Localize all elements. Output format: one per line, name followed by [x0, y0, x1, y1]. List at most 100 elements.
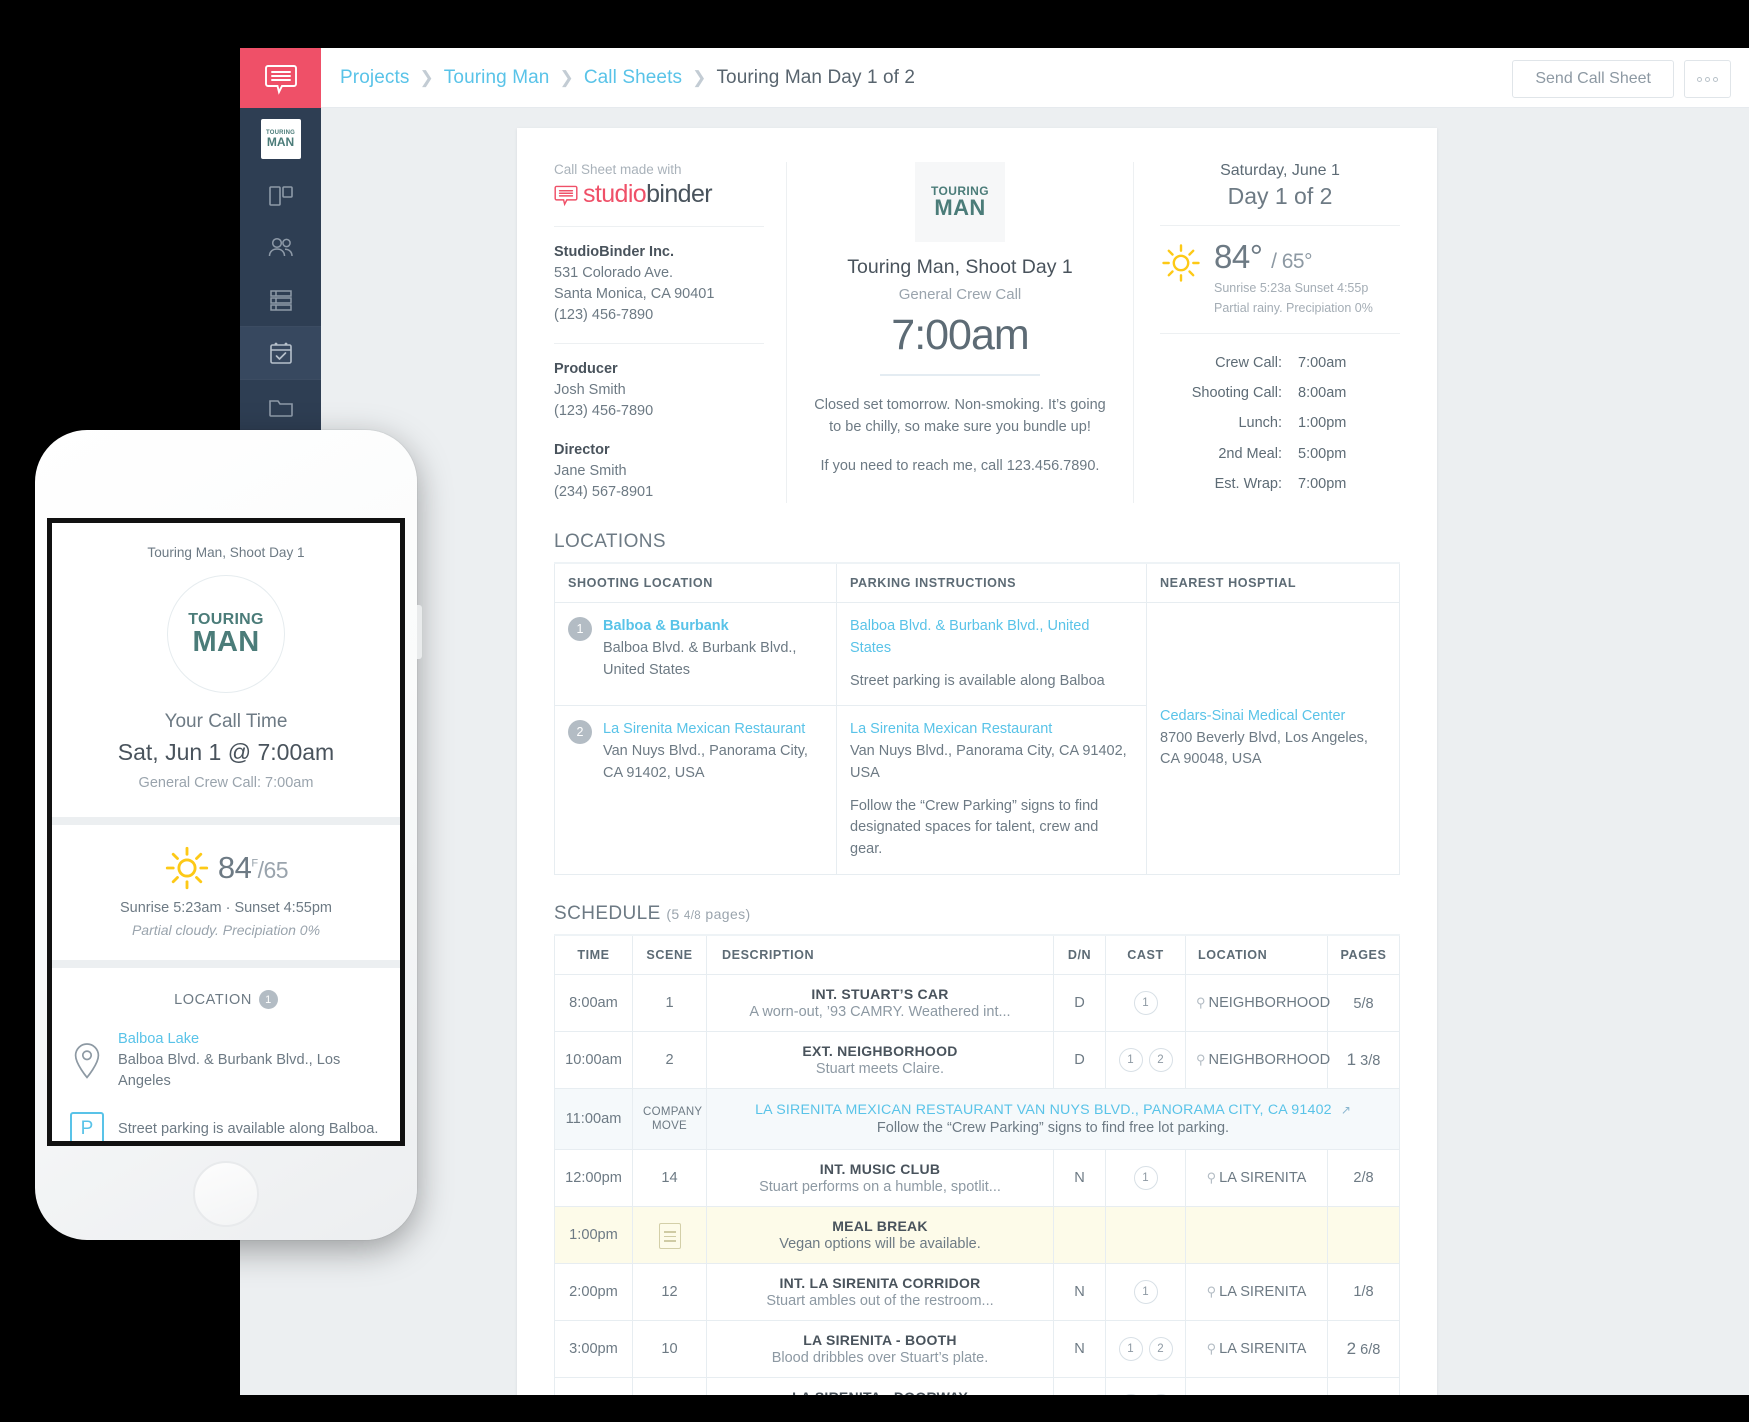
- producer-name: Josh Smith: [554, 382, 626, 399]
- row-day-night: D: [1053, 973, 1106, 1032]
- contact-producer: Producer Josh Smith (123) 456-7890: [554, 359, 764, 422]
- hospital-name-link[interactable]: Cedars-Sinai Medical Center: [1160, 708, 1345, 724]
- row-cast: 1 2: [1105, 1030, 1186, 1089]
- dot-icon: [1705, 76, 1710, 82]
- more-options-button[interactable]: [1684, 60, 1731, 98]
- scene-title: INT. MUSIC CLUB: [819, 1160, 941, 1177]
- shooting-call-label: Shooting Call:: [1191, 384, 1282, 401]
- temperature-low: / 65°: [1271, 250, 1313, 273]
- row-location: ⚲LA SIRENITA: [1185, 1319, 1328, 1378]
- project-logo-icon: TOURING MAN: [167, 575, 285, 693]
- divider: [1160, 332, 1400, 334]
- location-address: Balboa Blvd. & Burbank Blvd., United Sta…: [603, 639, 797, 678]
- dot-icon: [1713, 76, 1718, 82]
- table-row: 1 Balboa & Burbank Balboa Blvd. & Burban…: [554, 602, 1400, 875]
- row-pages: 5/8: [1327, 973, 1400, 1032]
- cast-chip: 2: [1148, 1336, 1173, 1361]
- call-sheet-header: Call Sheet made with studio binder Studi…: [554, 162, 1400, 504]
- parking-address-link[interactable]: Balboa Blvd. & Burbank Blvd., United Sta…: [850, 618, 1089, 656]
- row-pages: 2/8: [1327, 1148, 1400, 1207]
- sidebar-item-contacts[interactable]: [240, 222, 321, 274]
- line: [663, 1231, 676, 1233]
- schedule-pages-total: (5 4/8 pages): [666, 905, 751, 922]
- table-row[interactable]: 6:00pm 13 LA SIRENITA - DOORWAY Stuart s…: [554, 1376, 1400, 1395]
- col-cast: CAST: [1105, 933, 1186, 975]
- phone-parking-row: P Street parking is available along Balb…: [70, 1112, 382, 1141]
- breadcrumb-call-sheets[interactable]: Call Sheets: [584, 67, 682, 89]
- company-move-address-link[interactable]: LA SIRENITA MEXICAN RESTAURANT VAN NUYS …: [755, 1102, 1332, 1118]
- topbar-actions: Send Call Sheet: [1512, 60, 1731, 98]
- location-name-link[interactable]: Balboa & Burbank: [603, 618, 729, 634]
- map-pin-icon: ⚲: [1196, 1051, 1206, 1067]
- row-cast: 1 2: [1105, 1319, 1186, 1378]
- phone-location-link[interactable]: Balboa Lake: [118, 1031, 199, 1047]
- row-pages: 2 6/8: [1327, 1319, 1400, 1378]
- phone-location-row[interactable]: Balboa Lake Balboa Blvd. & Burbank Blvd.…: [70, 1029, 382, 1092]
- est-wrap-value: 7:00pm: [1298, 476, 1347, 493]
- row-day-night: N: [1053, 1319, 1106, 1378]
- parking-cell: La Sirenita Mexican Restaurant Van Nuys …: [836, 705, 1147, 875]
- director-phone: (234) 567-8901: [554, 484, 654, 501]
- row-location: ⚲ NEIGHBORHOOD: [1185, 973, 1330, 1032]
- sidebar-item-boards[interactable]: [240, 170, 321, 222]
- sidebar-item-calendar[interactable]: [240, 327, 321, 379]
- table-row[interactable]: 2:00pm 12 INT. LA SIRENITA CORRIDOR Stua…: [554, 1262, 1400, 1321]
- col-scene: SCENE: [632, 933, 707, 975]
- cast-chip: 1: [1118, 1047, 1143, 1072]
- row-pages: [1327, 1205, 1400, 1264]
- location-name-link[interactable]: La Sirenita Mexican Restaurant: [603, 721, 805, 737]
- breadcrumb: Projects ❯ Touring Man ❯ Call Sheets ❯ T…: [340, 48, 915, 108]
- row-description: LA SIRENITA - BOOTH Blood dribbles over …: [706, 1319, 1054, 1378]
- row-location: ⚲LA SIRENITA: [1185, 1262, 1328, 1321]
- project-logo-icon: TOURING MAN: [260, 119, 301, 159]
- studiobinder-speech-bubble-icon: [554, 185, 578, 206]
- send-call-sheet-button[interactable]: Send Call Sheet: [1512, 60, 1674, 98]
- company-move-note: Follow the “Crew Parking” signs to find …: [876, 1119, 1230, 1136]
- key-time-row: Est. Wrap: 7:00pm: [1160, 469, 1400, 499]
- parking-name-link[interactable]: La Sirenita Mexican Restaurant: [850, 721, 1052, 737]
- row-description: LA SIRENITA - DOORWAY Stuart slides next…: [706, 1376, 1054, 1395]
- shoot-date: Saturday, June 1: [1220, 162, 1340, 179]
- scene-summary: Stuart performs on a humble, spotlit...: [759, 1178, 1001, 1195]
- key-time-row: Shooting Call: 8:00am: [1160, 378, 1400, 408]
- general-crew-call-time: 7:00am: [891, 311, 1029, 359]
- sun-icon: [1162, 244, 1200, 282]
- row-pages: 1 3/8: [1327, 1030, 1400, 1089]
- location-cell: 2 La Sirenita Mexican Restaurant Van Nuy…: [554, 705, 837, 875]
- sidebar-item-lists[interactable]: [240, 274, 321, 326]
- cast-chip: 1: [1118, 1336, 1143, 1361]
- parking-address: Van Nuys Blvd., Panorama City, CA 91402,…: [850, 743, 1127, 781]
- divider: [1160, 225, 1400, 226]
- table-row[interactable]: 12:00pm 14 INT. MUSIC CLUB Stuart perfor…: [554, 1148, 1400, 1207]
- phone-location-heading: LOCATION 1: [70, 990, 382, 1009]
- contact-note: If you need to reach me, call 123.456.78…: [820, 457, 1100, 474]
- contact-director: Director Jane Smith (234) 567-8901: [554, 440, 764, 503]
- breadcrumb-touring-man[interactable]: Touring Man: [444, 67, 550, 89]
- row-day-night: N: [1053, 1376, 1106, 1395]
- parking-icon: P: [70, 1112, 104, 1141]
- note-document-icon: [658, 1223, 681, 1250]
- phone-call-time-value: Sat, Jun 1 @ 7:00am: [117, 739, 335, 765]
- phone-screen: Touring Man, Shoot Day 1 TOURING MAN You…: [47, 518, 405, 1146]
- breadcrumb-projects[interactable]: Projects: [340, 67, 409, 89]
- producer-role: Producer: [554, 361, 618, 378]
- lunch-value: 1:00pm: [1298, 415, 1347, 432]
- key-time-row: Crew Call: 7:00am: [1160, 348, 1400, 378]
- company-address-2: Santa Monica, CA 90401: [554, 286, 715, 303]
- location-number-badge: 1: [568, 617, 592, 642]
- table-row-meal-break[interactable]: 1:00pm MEAL BREAK Vegan options will be …: [554, 1205, 1400, 1264]
- producer-phone: (123) 456-7890: [554, 403, 654, 420]
- table-row[interactable]: 3:00pm 10 LA SIRENITA - BOOTH Blood drib…: [554, 1319, 1400, 1378]
- phone-sun-times: Sunrise 5:23am · Sunset 4:55pm: [120, 900, 332, 916]
- sidebar-item-project-thumbnail[interactable]: TOURING MAN: [240, 108, 321, 170]
- phone-home-button[interactable]: [193, 1161, 259, 1227]
- row-day-night: [1053, 1205, 1106, 1264]
- table-row[interactable]: 10:00am 2 EXT. NEIGHBORHOOD Stuart meets…: [554, 1030, 1400, 1089]
- col-location: LOCATION: [1185, 933, 1328, 975]
- table-row-company-move[interactable]: 11:00am COMPANY MOVE LA SIRENITA MEXICAN…: [554, 1087, 1400, 1150]
- table-row[interactable]: 8:00am 1 INT. STUART’S CAR A worn-out, ’…: [554, 973, 1400, 1032]
- studiobinder-logo-tile[interactable]: [240, 48, 321, 108]
- parking-note: Street parking is available along Balboa: [850, 672, 1105, 689]
- sidebar-item-files[interactable]: [240, 380, 321, 432]
- phone-mockup: Touring Man, Shoot Day 1 TOURING MAN You…: [35, 430, 422, 1240]
